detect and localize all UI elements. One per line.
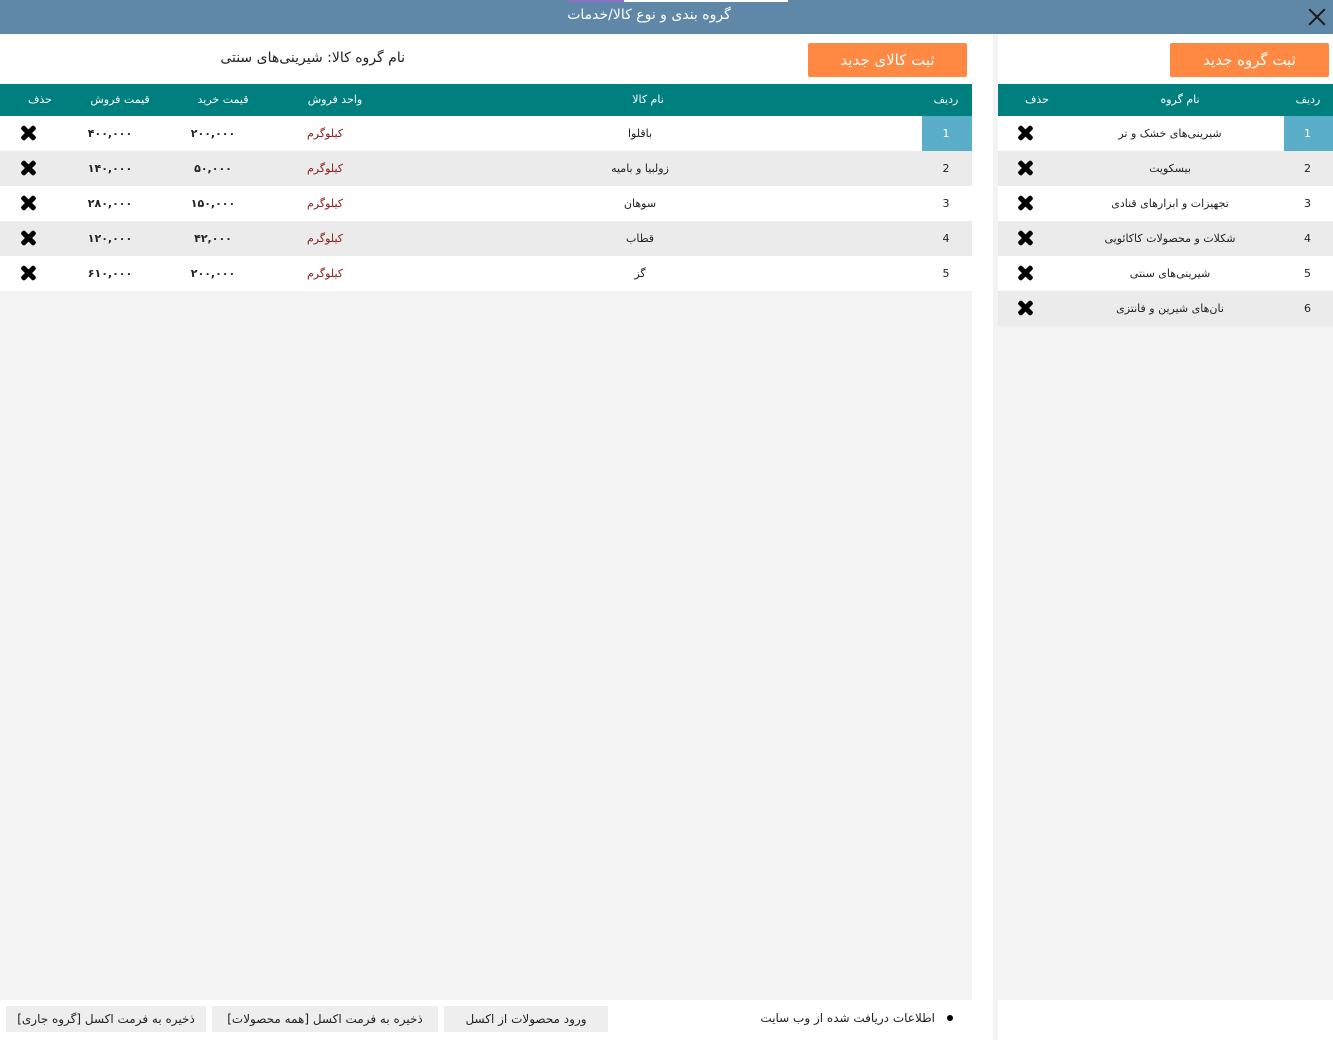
item-buy-price: ۴۲,۰۰۰ (194, 232, 232, 245)
delete-icon[interactable] (20, 228, 38, 248)
delete-icon[interactable] (1017, 193, 1035, 213)
item-sell-price: ۲۸۰,۰۰۰ (87, 197, 133, 210)
items-table: ردیف نام کالا واحد فروش قیمت خرید قیمت ف… (0, 84, 972, 1000)
delete-icon[interactable] (1017, 263, 1035, 283)
item-sell-price: ۱۲۰,۰۰۰ (87, 232, 133, 245)
col-delete: حذف (28, 93, 52, 106)
table-row[interactable]: 5 شیرینی‌های سنتی (998, 256, 1333, 291)
item-name: گز (634, 267, 646, 280)
group-name: تجهیزات و ابزارهای قنادی (1111, 197, 1229, 210)
new-item-button[interactable]: ثبت کالای جدید (808, 43, 967, 77)
row-index: 2 (1304, 162, 1311, 175)
group-name: شکلات و محصولات کاکائویی (1104, 232, 1236, 245)
item-name: باقلوا (627, 127, 653, 140)
group-name: شیرینی‌های خشک و تر (1118, 127, 1222, 140)
delete-icon[interactable] (1017, 158, 1035, 178)
col-index: ردیف (933, 93, 959, 106)
title-accent-highlight (569, 0, 624, 2)
item-unit: کیلوگرم (307, 162, 343, 175)
table-row[interactable]: 3 تجهیزات و ابزارهای قنادی (998, 186, 1333, 221)
item-unit: کیلوگرم (307, 127, 343, 140)
col-name: نام کالا (632, 93, 664, 106)
table-row[interactable]: 1 شیرینی‌های خشک و تر (998, 116, 1333, 151)
row-index: 4 (1304, 232, 1311, 245)
delete-icon[interactable] (1017, 298, 1035, 318)
row-index: 3 (942, 197, 950, 210)
col-unit: واحد فروش (307, 93, 363, 106)
group-name: بیسکویت (1149, 162, 1191, 175)
group-name: شیرینی‌های سنتی (1129, 267, 1211, 280)
item-sell-price: ۱۴۰,۰۰۰ (87, 162, 133, 175)
item-buy-price: ۵۰,۰۰۰ (194, 162, 232, 175)
col-index: ردیف (1295, 93, 1321, 106)
item-sell-price: ۴۰۰,۰۰۰ (87, 127, 133, 140)
save-current-group-button[interactable]: ذخیره به فرمت اکسل [گروه جاری] (6, 1006, 206, 1032)
item-name: سوهان (623, 197, 657, 210)
save-all-products-button[interactable]: ذخیره به فرمت اکسل [همه محصولات] (212, 1006, 438, 1032)
item-buy-price: ۲۰۰,۰۰۰ (190, 267, 236, 280)
col-buy-price: قیمت خرید (197, 93, 249, 106)
delete-icon[interactable] (1017, 228, 1035, 248)
row-index: 5 (942, 267, 950, 280)
item-unit: کیلوگرم (307, 197, 343, 210)
table-row[interactable]: 2 بیسکویت (998, 151, 1333, 186)
row-index: 3 (1304, 197, 1311, 210)
table-row[interactable]: 2 زولبیا و بامیه کیلوگرم ۵۰,۰۰۰ ۱۴۰,۰۰۰ (0, 151, 972, 186)
selected-group-header: نام گروه کالا: شیرینی‌های سنتی (0, 38, 415, 82)
footer-bar: ذخیره به فرمت اکسل [گروه جاری] ذخیره به … (0, 1000, 993, 1040)
table-row[interactable]: 4 قطاب کیلوگرم ۴۲,۰۰۰ ۱۲۰,۰۰۰ (0, 221, 972, 256)
table-row[interactable]: 3 سوهان کیلوگرم ۱۵۰,۰۰۰ ۲۸۰,۰۰۰ (0, 186, 972, 221)
table-row[interactable]: 1 باقلوا کیلوگرم ۲۰۰,۰۰۰ ۴۰۰,۰۰۰ (0, 116, 972, 151)
groups-table-header: ردیف نام گروه حذف (998, 84, 1333, 116)
items-table-header: ردیف نام کالا واحد فروش قیمت خرید قیمت ف… (0, 84, 972, 116)
row-index: 1 (942, 127, 950, 140)
row-index: 2 (942, 162, 950, 175)
item-buy-price: ۲۰۰,۰۰۰ (190, 127, 236, 140)
row-index: 1 (1304, 127, 1311, 140)
row-index: 4 (942, 232, 950, 245)
item-buy-price: ۱۵۰,۰۰۰ (190, 197, 236, 210)
delete-icon[interactable] (20, 158, 38, 178)
status-bullet-icon (947, 1015, 953, 1021)
row-index: 6 (1304, 302, 1311, 315)
title-bar: گروه بندی و نوع کالا/خدمات (0, 0, 1333, 34)
item-name: زولبیا و بامیه (611, 162, 669, 175)
table-row[interactable]: 4 شکلات و محصولات کاکائویی (998, 221, 1333, 256)
table-row[interactable]: 6 نان‌های شیرین و فانتزی (998, 291, 1333, 326)
delete-icon[interactable] (1017, 123, 1035, 143)
col-sell-price: قیمت فروش (90, 93, 150, 106)
delete-icon[interactable] (20, 193, 38, 213)
status-text: اطلاعات دریافت شده از وب سایت (760, 1011, 935, 1025)
new-group-button[interactable]: ثبت گروه جدید (1170, 43, 1329, 77)
groups-table: ردیف نام گروه حذف 1 شیرینی‌های خشک و تر … (998, 84, 1333, 1000)
item-unit: کیلوگرم (307, 232, 343, 245)
delete-icon[interactable] (20, 263, 38, 283)
item-unit: کیلوگرم (307, 267, 343, 280)
delete-icon[interactable] (20, 123, 38, 143)
window-title: گروه بندی و نوع کالا/خدمات (567, 7, 731, 23)
selected-group-label: نام گروه کالا: شیرینی‌های سنتی (220, 50, 405, 66)
import-excel-button[interactable]: ورود محصولات از اکسل (444, 1006, 608, 1032)
group-name: نان‌های شیرین و فانتزی (1116, 302, 1224, 315)
col-delete: حذف (1025, 93, 1049, 106)
close-icon[interactable] (1305, 5, 1329, 29)
row-index: 5 (1304, 267, 1311, 280)
table-row[interactable]: 5 گز کیلوگرم ۲۰۰,۰۰۰ ۶۱۰,۰۰۰ (0, 256, 972, 291)
item-sell-price: ۶۱۰,۰۰۰ (87, 267, 133, 280)
col-group-name: نام گروه (1160, 93, 1200, 106)
item-name: قطاب (626, 232, 654, 245)
